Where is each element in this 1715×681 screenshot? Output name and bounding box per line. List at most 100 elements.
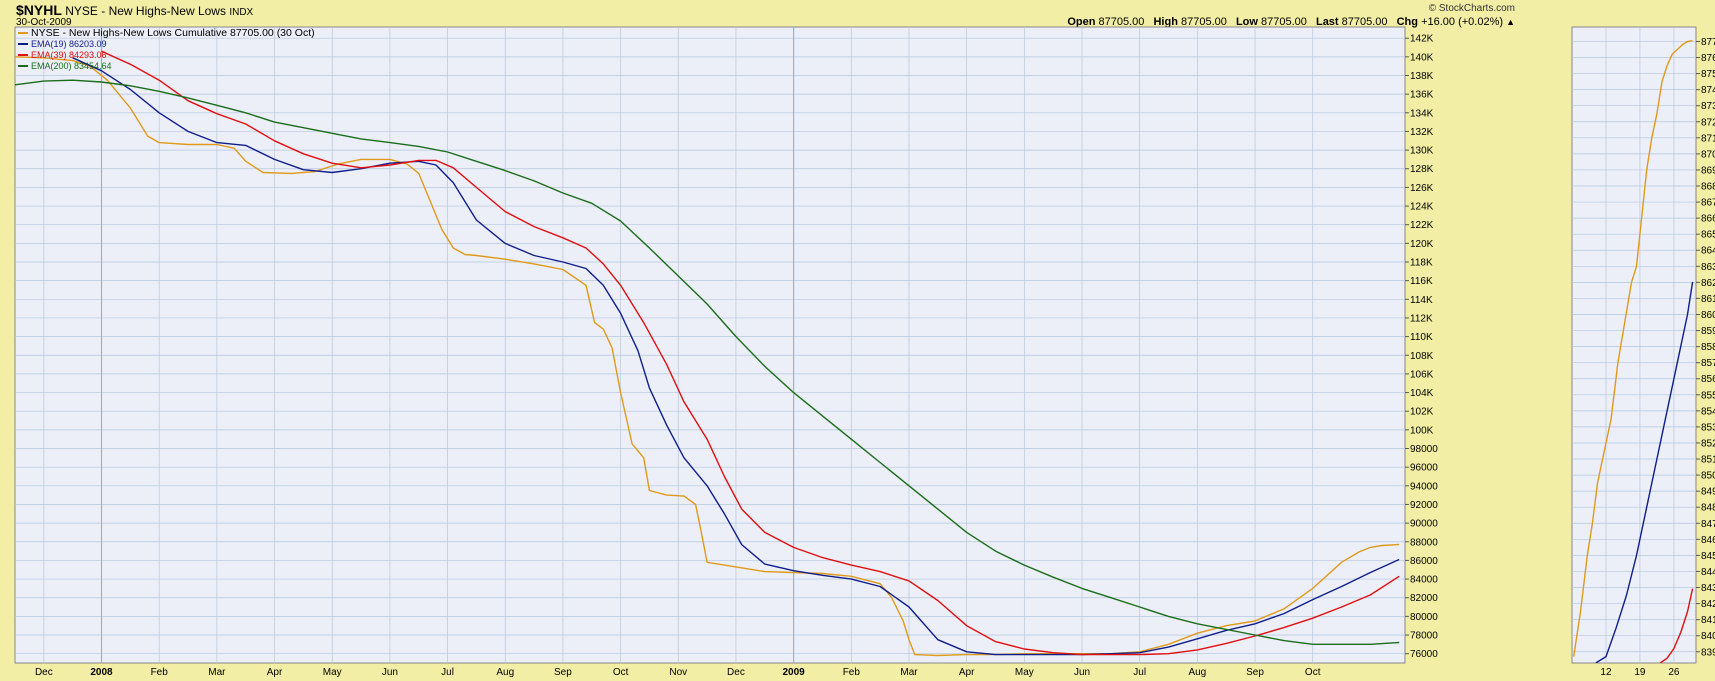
main-y-tick-label: 116K [1410, 276, 1433, 287]
main-y-tick-label: 84000 [1410, 575, 1438, 586]
main-x-tick-label: Feb [151, 667, 169, 678]
main-x-axis: Dec 2008 Feb Mar Apr May Jun Jul Aug Sep Oct Nov Dec… [35, 667, 1321, 678]
zoom-y-tick-label: 85900 [1701, 326, 1715, 337]
zoom-y-tick-label: 85500 [1701, 390, 1715, 401]
main-y-tick-label: 90000 [1410, 519, 1438, 530]
zoom-y-tick-label: 85200 [1701, 438, 1715, 449]
zoom-y-tick-label: 86400 [1701, 246, 1715, 257]
zoom-y-tick-label: 84500 [1701, 551, 1715, 562]
zoom-y-tick-label: 84600 [1701, 535, 1715, 546]
main-y-tick-label: 140K [1410, 52, 1434, 63]
zoom-y-tick-label: 87600 [1701, 53, 1715, 64]
zoom-y-tick-label: 84100 [1701, 615, 1715, 626]
zoom-y-tick-label: 87100 [1701, 133, 1715, 144]
main-y-tick-label: 134K [1410, 108, 1434, 119]
main-y-tick-label: 80000 [1410, 612, 1438, 623]
zoom-y-tick-label: 85000 [1701, 471, 1715, 482]
zoom-y-tick-label: 86800 [1701, 182, 1715, 193]
main-y-tick-label: 126K [1410, 183, 1434, 194]
zoom-y-tick-label: 85700 [1701, 358, 1715, 369]
zoom-y-tick-label: 85800 [1701, 342, 1715, 353]
zoom-y-tick-label: 84000 [1701, 631, 1715, 642]
main-x-tick-label: May [323, 667, 342, 678]
zoom-y-tick-label: 84300 [1701, 583, 1715, 594]
legend-entry: NYSE - New Highs-New Lows Cumulative 877… [31, 27, 315, 39]
main-y-tick-label: 88000 [1410, 537, 1438, 548]
main-plot-bg [14, 26, 1406, 664]
zoom-y-tick-label: 86600 [1701, 214, 1715, 225]
main-x-tick-label: Sep [1246, 667, 1264, 678]
zoom-y-tick-label: 87500 [1701, 69, 1715, 80]
main-x-tick-label: Aug [496, 667, 514, 678]
zoom-x-tick-label: 12 [1600, 667, 1612, 678]
main-x-tick-label: Jun [1074, 667, 1090, 678]
main-x-tick-label: Jul [1133, 667, 1146, 678]
zoom-y-tick-label: 87300 [1701, 101, 1715, 112]
zoom-y-tick-label: 84800 [1701, 503, 1715, 514]
zoom-y-tick-label: 85100 [1701, 455, 1715, 466]
main-y-tick-label: 98000 [1410, 444, 1438, 455]
main-x-tick-label: Apr [959, 667, 975, 678]
zoom-y-axis: 83900 84000 84100 84200 84300 84400 84500 84600… [1696, 37, 1715, 658]
main-y-tick-label: 100K [1410, 425, 1434, 436]
zoom-y-tick-label: 84200 [1701, 599, 1715, 610]
main-y-tick-label: 76000 [1410, 649, 1438, 660]
zoom-y-tick-label: 86500 [1701, 230, 1715, 241]
zoom-x-tick-label: 26 [1668, 667, 1680, 678]
zoom-y-tick-label: 84900 [1701, 487, 1715, 498]
main-x-tick-label: Sep [554, 667, 572, 678]
main-y-tick-label: 124K [1410, 202, 1434, 213]
zoom-y-tick-label: 87700 [1701, 37, 1715, 48]
zoom-y-tick-label: 86100 [1701, 294, 1715, 305]
main-y-tick-label: 104K [1410, 388, 1434, 399]
legend-entry: EMA(39) 84293.06 [31, 50, 107, 60]
main-y-tick-label: 78000 [1410, 631, 1438, 642]
main-x-tick-label: Nov [669, 667, 687, 678]
main-x-tick-label: Dec [727, 667, 745, 678]
legend-entry: EMA(19) 86203.09 [31, 39, 107, 49]
main-y-tick-label: 118K [1410, 258, 1433, 269]
main-x-tick-label: Jun [382, 667, 398, 678]
main-y-tick-label: 136K [1410, 90, 1434, 101]
main-y-tick-label: 122K [1410, 220, 1434, 231]
main-x-tick-label: Apr [267, 667, 283, 678]
main-x-tick-label: Dec [35, 667, 53, 678]
zoom-x-axis: 12 19 26 [1600, 667, 1680, 678]
main-x-tick-label: 2008 [90, 667, 113, 678]
main-x-tick-label: 2009 [783, 667, 806, 678]
chart-area: 76000 78000 80000 82000 84000 86000 88000 90000… [14, 26, 1715, 678]
zoom-y-tick-label: 87400 [1701, 85, 1715, 96]
main-y-tick-label: 142K [1410, 34, 1434, 45]
zoom-y-tick-label: 84400 [1701, 567, 1715, 578]
main-y-tick-label: 128K [1410, 164, 1434, 175]
legend-entry: EMA(200) 83454.64 [31, 61, 112, 71]
main-y-tick-label: 102K [1410, 407, 1434, 418]
zoom-y-tick-label: 85400 [1701, 406, 1715, 417]
zoom-y-tick-label: 84700 [1701, 519, 1715, 530]
main-y-tick-label: 132K [1410, 127, 1434, 138]
main-y-tick-label: 82000 [1410, 593, 1438, 604]
zoom-y-tick-label: 83900 [1701, 647, 1715, 658]
main-y-tick-label: 130K [1410, 146, 1434, 157]
zoom-y-tick-label: 85300 [1701, 422, 1715, 433]
main-x-tick-label: Oct [1305, 667, 1321, 678]
zoom-y-tick-label: 86700 [1701, 198, 1715, 209]
main-x-tick-label: Jul [441, 667, 454, 678]
main-y-tick-label: 108K [1410, 351, 1434, 362]
zoom-y-tick-label: 86900 [1701, 165, 1715, 176]
zoom-y-tick-label: 86000 [1701, 310, 1715, 321]
main-x-tick-label: Mar [900, 667, 918, 678]
main-y-tick-label: 110K [1410, 332, 1433, 343]
main-y-tick-label: 112K [1410, 313, 1433, 324]
main-x-tick-label: Feb [843, 667, 861, 678]
main-x-tick-label: Aug [1188, 667, 1206, 678]
main-y-tick-label: 120K [1410, 239, 1434, 250]
main-y-axis: 76000 78000 80000 82000 84000 86000 88000 90000… [1405, 34, 1438, 660]
main-y-tick-label: 138K [1410, 71, 1434, 82]
main-x-tick-label: May [1015, 667, 1034, 678]
main-y-tick-label: 106K [1410, 369, 1434, 380]
main-x-tick-label: Mar [208, 667, 226, 678]
zoom-y-tick-label: 87000 [1701, 149, 1715, 160]
main-y-tick-label: 96000 [1410, 463, 1438, 474]
main-y-tick-label: 86000 [1410, 556, 1438, 567]
